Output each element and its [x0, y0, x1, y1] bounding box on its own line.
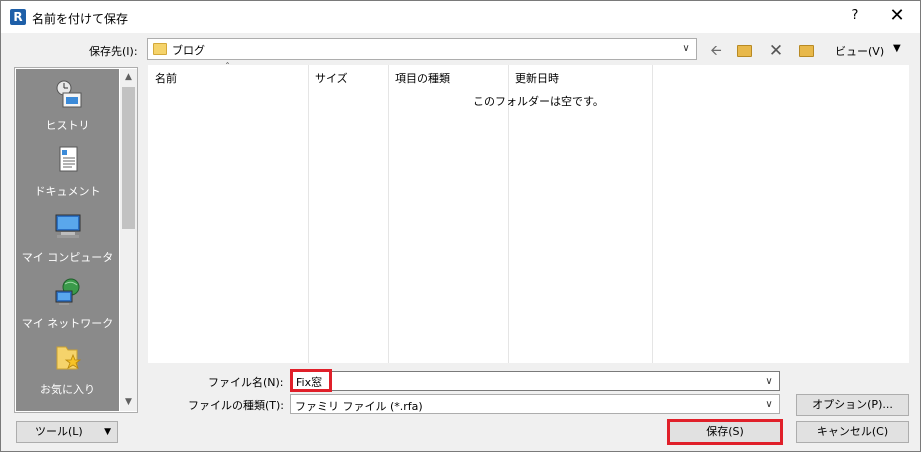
- filename-input[interactable]: Fix窓 ∨: [290, 371, 780, 391]
- filetype-dropdown[interactable]: ファミリ ファイル (*.rfa) ∨: [290, 394, 780, 414]
- places-scrollbar[interactable]: ▲ ▼: [120, 69, 137, 411]
- column-divider[interactable]: [652, 65, 653, 363]
- tools-button[interactable]: ツール(L) ▼: [16, 421, 118, 443]
- scroll-up-icon[interactable]: ▲: [120, 69, 137, 86]
- place-label: マイ ネットワーク: [21, 317, 114, 330]
- column-header-modified[interactable]: 更新日時: [515, 70, 559, 86]
- computer-icon: [55, 214, 81, 238]
- desktop-icon: [53, 409, 83, 411]
- documents-icon: [59, 146, 78, 172]
- filetype-value: ファミリ ファイル (*.rfa): [295, 400, 423, 413]
- place-network[interactable]: マイ ネットワーク: [16, 271, 119, 337]
- save-as-dialog: R 名前を付けて保存 ? ✕ 保存先(I): ブログ ∨ 🡨 ✕ ビュー(V) …: [0, 0, 921, 452]
- place-history[interactable]: ヒストリ: [16, 73, 119, 139]
- view-button[interactable]: ビュー(V): [835, 43, 884, 59]
- chevron-down-icon[interactable]: ∨: [761, 374, 777, 390]
- save-highlight-box: [667, 419, 783, 445]
- title-bar: R 名前を付けて保存 ? ✕: [1, 1, 920, 33]
- column-header-name[interactable]: 名前: [155, 70, 177, 86]
- column-header-size[interactable]: サイズ: [315, 70, 348, 86]
- column-divider[interactable]: [388, 65, 389, 363]
- empty-folder-message: このフォルダーは空です。: [473, 95, 604, 108]
- filename-highlight-box: [290, 369, 332, 392]
- save-in-label: 保存先(I):: [89, 45, 138, 58]
- column-header-type[interactable]: 項目の種類: [395, 70, 450, 86]
- folder-icon: [153, 43, 167, 55]
- scroll-down-icon[interactable]: ▼: [120, 394, 137, 411]
- back-arrow-icon[interactable]: 🡨: [705, 41, 727, 61]
- save-in-dropdown[interactable]: ブログ ∨: [147, 38, 697, 60]
- place-documents[interactable]: ドキュメント: [16, 139, 119, 205]
- network-icon: [55, 278, 80, 305]
- place-computer[interactable]: マイ コンピュータ: [16, 205, 119, 271]
- place-label: ヒストリ: [45, 119, 90, 132]
- place-desktop[interactable]: [16, 403, 119, 411]
- favorites-icon: [56, 346, 82, 370]
- chevron-down-icon[interactable]: ∨: [761, 397, 777, 413]
- cancel-button[interactable]: キャンセル(C): [796, 421, 909, 443]
- close-button[interactable]: ✕: [885, 4, 909, 28]
- places-bar: ヒストリ ドキュメント マイ コンピュータ マイ ネットワーク お気に入り ▲ …: [14, 67, 138, 413]
- column-divider[interactable]: [308, 65, 309, 363]
- scrollbar-thumb[interactable]: [122, 87, 135, 229]
- place-favorites[interactable]: お気に入り: [16, 337, 119, 403]
- column-divider[interactable]: [508, 65, 509, 363]
- place-label: お気に入り: [40, 383, 95, 396]
- sort-ascending-icon: ˆ: [225, 62, 230, 73]
- tools-label: ツール(L): [35, 425, 83, 438]
- window-title: 名前を付けて保存: [32, 12, 129, 26]
- places-list: ヒストリ ドキュメント マイ コンピュータ マイ ネットワーク お気に入り: [16, 69, 119, 411]
- revit-app-icon: R: [10, 9, 26, 25]
- up-folder-icon[interactable]: [733, 41, 755, 61]
- filename-label: ファイル名(N):: [208, 376, 284, 389]
- chevron-down-icon[interactable]: ∨: [678, 41, 694, 57]
- delete-icon[interactable]: ✕: [765, 41, 787, 61]
- view-menu-arrow-icon[interactable]: ▼: [893, 43, 901, 54]
- new-folder-icon[interactable]: [795, 41, 817, 61]
- place-label: マイ コンピュータ: [21, 251, 114, 264]
- options-button[interactable]: オプション(P)...: [796, 394, 909, 416]
- place-label: ドキュメント: [34, 185, 101, 198]
- file-list[interactable]: 名前 ˆ サイズ 項目の種類 更新日時 このフォルダーは空です。: [148, 62, 909, 363]
- save-in-value: ブログ: [172, 44, 205, 57]
- help-button[interactable]: ?: [845, 8, 865, 23]
- filetype-label: ファイルの種類(T):: [188, 399, 285, 412]
- dropdown-arrow-icon: ▼: [104, 427, 111, 437]
- history-icon: [56, 80, 82, 108]
